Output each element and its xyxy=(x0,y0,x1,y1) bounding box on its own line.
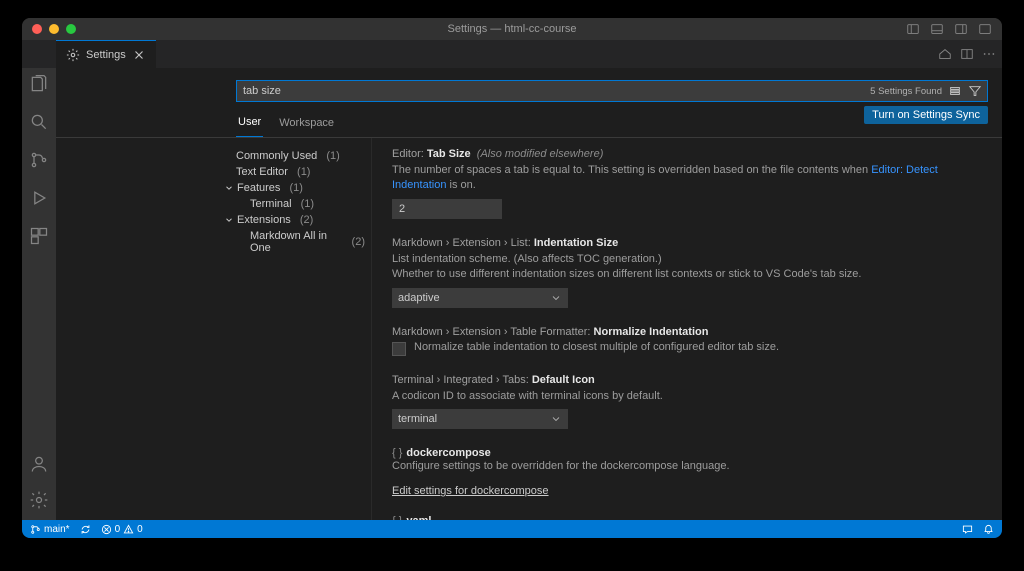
setting-tab-size: Editor: Tab Size (Also modified elsewher… xyxy=(392,148,982,219)
gear-icon[interactable] xyxy=(29,490,49,510)
setting-dockercompose: { } dockercompose Configure settings to … xyxy=(392,447,982,497)
tree-features[interactable]: Features (1) xyxy=(224,180,365,196)
debug-icon[interactable] xyxy=(29,188,49,208)
tree-markdown-aio[interactable]: Markdown All in One (2) xyxy=(250,228,365,256)
edit-dockercompose-link[interactable]: Edit settings for dockercompose xyxy=(392,485,549,497)
filter-icon[interactable] xyxy=(968,84,982,98)
close-icon[interactable] xyxy=(132,48,146,62)
window-title: Settings — html-cc-course xyxy=(22,23,1002,35)
vscode-window: Settings — html-cc-course Settings xyxy=(22,18,1002,538)
settings-found-count: 5 Settings Found xyxy=(870,86,942,97)
tab-bar: Settings xyxy=(22,40,1002,68)
chevron-down-icon xyxy=(224,183,234,193)
tree-commonly-used[interactable]: Commonly Used (1) xyxy=(236,148,365,164)
status-branch[interactable]: main* xyxy=(30,524,70,535)
setting-default-icon: Terminal › Integrated › Tabs: Default Ic… xyxy=(392,374,982,429)
account-icon[interactable] xyxy=(29,454,49,474)
settings-icon xyxy=(66,48,80,62)
tree-terminal[interactable]: Terminal (1) xyxy=(250,196,365,212)
warning-icon xyxy=(123,524,134,535)
split-editor-icon[interactable] xyxy=(960,47,974,61)
sync-icon xyxy=(80,524,91,535)
feedback-icon[interactable] xyxy=(962,524,973,535)
more-icon[interactable] xyxy=(982,47,996,61)
search-icon[interactable] xyxy=(29,112,49,132)
chevron-down-icon xyxy=(550,292,562,304)
setting-normalize-indentation: Markdown › Extension › Table Formatter: … xyxy=(392,326,982,356)
scope-workspace-tab[interactable]: Workspace xyxy=(277,113,336,137)
error-icon xyxy=(101,524,112,535)
titlebar: Settings — html-cc-course xyxy=(22,18,1002,40)
source-control-icon[interactable] xyxy=(29,150,49,170)
explorer-icon[interactable] xyxy=(29,74,49,94)
default-icon-select[interactable]: terminal xyxy=(392,409,568,429)
settings-editor: 5 Settings Found User Workspace Turn on … xyxy=(56,68,1002,520)
tree-text-editor[interactable]: Text Editor (1) xyxy=(236,164,365,180)
open-json-icon[interactable] xyxy=(938,47,952,61)
settings-list: Editor: Tab Size (Also modified elsewher… xyxy=(372,138,1002,520)
tree-extensions[interactable]: Extensions (2) xyxy=(224,212,365,228)
tab-size-input[interactable] xyxy=(392,199,502,219)
settings-tree: Commonly Used (1) Text Editor (1) Featur… xyxy=(226,138,372,520)
chevron-down-icon xyxy=(224,215,234,225)
tab-settings[interactable]: Settings xyxy=(56,40,156,68)
normalize-indentation-checkbox[interactable] xyxy=(392,342,406,356)
chevron-down-icon xyxy=(550,413,562,425)
scope-user-tab[interactable]: User xyxy=(236,112,263,137)
status-sync[interactable] xyxy=(80,524,91,535)
editor-body: 5 Settings Found User Workspace Turn on … xyxy=(22,68,1002,520)
indentation-size-select[interactable]: adaptive xyxy=(392,288,568,308)
settings-sync-button[interactable]: Turn on Settings Sync xyxy=(864,106,988,124)
status-problems[interactable]: 0 0 xyxy=(101,524,143,535)
tab-actions xyxy=(938,47,996,61)
tab-label: Settings xyxy=(86,49,126,61)
setting-indentation-size: Markdown › Extension › List: Indentation… xyxy=(392,237,982,308)
bell-icon[interactable] xyxy=(983,524,994,535)
status-bar: main* 0 0 xyxy=(22,520,1002,538)
clear-search-icon[interactable] xyxy=(948,84,962,98)
git-branch-icon xyxy=(30,524,41,535)
activity-bar xyxy=(22,68,56,520)
extensions-icon[interactable] xyxy=(29,226,49,246)
